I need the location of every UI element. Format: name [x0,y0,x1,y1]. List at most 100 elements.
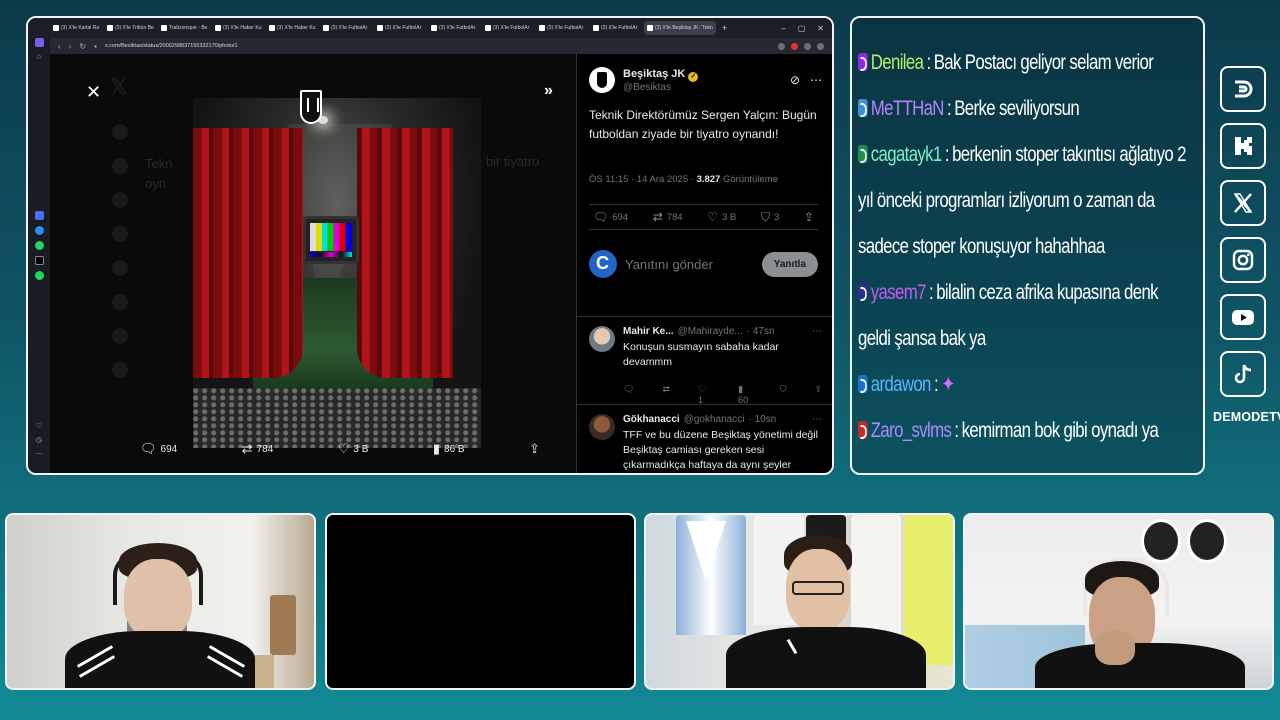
x-favicon-icon [647,25,653,31]
more-icon[interactable]: ⋯ [812,414,822,425]
kick-icon[interactable] [1220,123,1266,169]
browser-tab[interactable]: (3) X'te Haber Ku [266,21,318,35]
repost-stat[interactable]: ⇄ 784 [653,210,683,224]
whatsapp-icon[interactable] [34,241,44,250]
reply-action[interactable]: 🗨 694 [140,441,177,457]
channel-brand: DEMODETV [1213,410,1280,424]
browser-tab[interactable]: (3) X'te FutbolAr [374,21,426,35]
chat-text: Bak Postacı geliyor selam verior [933,51,1154,74]
reply-button[interactable]: Yanıtla [761,251,818,277]
avatar[interactable] [589,250,617,278]
platform-badge-icon [858,99,868,117]
instagram-icon[interactable] [1220,237,1266,283]
forward-icon[interactable]: › [69,42,72,51]
tab-label: (3) X'te FutbolAr [601,25,638,31]
x-icon[interactable] [1220,180,1266,226]
youtube-icon[interactable] [1220,294,1266,340]
history-icon[interactable]: ◷ [36,436,42,444]
url-field[interactable]: x.com/Besiktas/status/200029883715533217… [105,43,770,49]
browser-tab[interactable]: (3) X'te FutbolAr [482,21,534,35]
tab-label: (3) X'te Haber Ku [223,25,262,31]
messenger-icon[interactable] [34,226,44,235]
grok-icon[interactable]: ⊘ [790,73,800,87]
repost-action[interactable]: ⇄ 784 [242,441,274,457]
browser-tab[interactable]: Trabzonspor - Be [158,21,210,35]
reply-author-handle[interactable]: @Mahirayde... [678,326,743,337]
tiktok-icon[interactable] [1220,351,1266,397]
spotify-icon[interactable] [34,271,44,280]
verified-icon: ✓ [688,71,699,82]
share-action[interactable]: ⇪ [529,441,540,457]
avatar[interactable] [589,67,615,93]
share-icon[interactable]: ⇪ [814,384,822,405]
expand-icon[interactable]: » [544,82,553,100]
reply-item[interactable]: Gökhanacci @gokhanacci · 10sn ⋯ TFF ve bu d… [589,414,822,473]
views-action[interactable]: ▮ 86 B [433,441,465,457]
reply-icon[interactable]: 🗨 [623,384,634,405]
reply-item[interactable]: Mahir Ke... @Mahirayde... · 47sn ⋯ Konuşun … [589,326,822,405]
extension-icon[interactable] [791,42,798,50]
chat-username[interactable]: MeTTHaN [871,97,945,120]
avatar[interactable] [589,414,615,440]
minimize-icon[interactable]: – [781,24,785,33]
close-icon[interactable]: ✕ [86,82,101,103]
views-action[interactable]: ▮ 60 [738,384,752,405]
maximize-icon[interactable]: ▢ [798,24,806,33]
like-action[interactable]: ♡ 1 [698,384,710,405]
avatar[interactable] [589,326,615,352]
browser-tab[interactable]: (3) X'te FutbolAr [536,21,588,35]
share-stat[interactable]: ⇪ [804,210,814,224]
back-icon[interactable]: ‹ [58,42,61,51]
share-icon: ⇪ [803,210,814,224]
chat-username[interactable]: Zaro_svlms [871,419,952,442]
chat-message: ardawon: ✦ [858,362,1193,408]
new-tab-icon[interactable]: + [722,23,727,33]
demode-icon[interactable] [1220,66,1266,112]
browser-tab[interactable]: (3) X'te FutbolAr [320,21,372,35]
more-icon[interactable]: ⋯ [36,450,43,458]
besiktas-crest-icon [300,90,322,124]
browser-tab[interactable]: (3) X'te Tribün Be [104,21,156,35]
extension-icon[interactable] [778,42,785,50]
chat-username[interactable]: ardawon [871,373,932,396]
chat-message: MeTTHaN: Berke seviliyorsun [858,86,1193,132]
browser-tab[interactable]: (3) X'te FutbolAr [590,21,642,35]
chat-username[interactable]: Denilea [871,51,924,74]
reload-icon[interactable]: ↻ [79,42,86,51]
opera-home-icon[interactable] [34,38,44,47]
browser-tab[interactable]: (3) X'te Haber Ku [212,21,264,35]
reply-author-name[interactable]: Gökhanacci [623,414,680,425]
bookmark-stat[interactable]: ⛉ 3 [761,210,779,225]
extension-icon[interactable] [817,42,824,50]
emote-icon: ✦ [941,373,955,396]
reply-author-handle[interactable]: @gokhanacci [684,414,745,425]
bookmark-icon[interactable]: ⛉ [780,384,787,405]
reply-icon: 🗨 [140,441,157,456]
like-stat[interactable]: ♡ 3 B [707,210,736,224]
author-name[interactable]: Beşiktaş JK [623,68,685,80]
reply-stat[interactable]: 🗨 694 [593,210,628,224]
tweet-photo[interactable] [193,98,481,448]
author-handle[interactable]: @Besiktas [623,82,698,93]
browser-tab[interactable]: (3) X'te Kartal Ra [50,21,102,35]
tab-label: (3) X'te FutbolAr [439,25,476,31]
aria-icon[interactable] [34,211,44,220]
x-sidebar-icon[interactable] [34,256,44,265]
x-logo-background: 𝕏 [110,74,128,99]
more-icon[interactable]: ⋯ [810,73,822,87]
browser-tab[interactable]: (3) X'te Beşiktaş JK: 'Tekn [644,21,716,35]
chat-username[interactable]: yasem7 [871,281,927,304]
more-icon[interactable]: ⋯ [812,326,822,337]
reply-input[interactable]: Yanıtını gönder [625,257,754,272]
bookmark-icon[interactable]: ☆ [36,53,42,61]
like-action[interactable]: ♡ 3 B [338,441,369,457]
browser-tab[interactable]: (3) X'te FutbolAr [428,21,480,35]
platform-badge-icon [858,375,868,393]
repost-icon[interactable]: ⇄ [662,384,670,405]
chat-message: Zaro_svlms: kemirman bok gibi oynadı ya [858,408,1193,454]
chat-username[interactable]: cagatayk1 [871,143,942,166]
close-window-icon[interactable]: ✕ [817,24,824,33]
heart-icon[interactable]: ♡ [36,422,42,430]
extension-icon[interactable] [804,42,811,50]
reply-author-name[interactable]: Mahir Ke... [623,326,674,337]
